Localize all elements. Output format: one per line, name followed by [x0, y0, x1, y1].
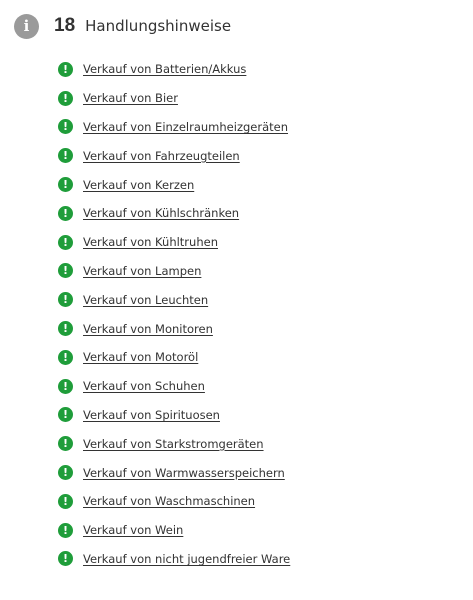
guidance-list: ! Verkauf von Batterien/Akkus ! Verkauf …: [58, 55, 290, 573]
section-header: i 18 Handlungshinweise: [14, 13, 231, 39]
list-item: ! Verkauf von Kühlschränken: [58, 199, 290, 228]
list-item: ! Verkauf von Fahrzeugteilen: [58, 141, 290, 170]
guidance-link[interactable]: Verkauf von Batterien/Akkus: [83, 62, 246, 76]
exclamation-icon: !: [58, 465, 73, 481]
guidance-link[interactable]: Verkauf von Kerzen: [83, 178, 194, 192]
section-title: Handlungshinweise: [85, 17, 232, 35]
list-item: ! Verkauf von Monitoren: [58, 314, 290, 343]
list-item: ! Verkauf von Kühltruhen: [58, 228, 290, 257]
exclamation-icon: !: [58, 234, 73, 250]
guidance-link[interactable]: Verkauf von Motoröl: [83, 350, 198, 364]
guidance-link[interactable]: Verkauf von Starkstromgeräten: [83, 437, 264, 451]
list-item: ! Verkauf von Lampen: [58, 257, 290, 286]
exclamation-icon: !: [58, 292, 73, 308]
exclamation-icon: !: [58, 177, 73, 193]
exclamation-icon: !: [58, 493, 73, 509]
list-item: ! Verkauf von Batterien/Akkus: [58, 55, 290, 84]
list-item: ! Verkauf von Leuchten: [58, 285, 290, 314]
exclamation-icon: !: [58, 551, 73, 567]
list-item: ! Verkauf von Schuhen: [58, 372, 290, 401]
guidance-link[interactable]: Verkauf von Schuhen: [83, 379, 205, 393]
guidance-link[interactable]: Verkauf von nicht jugendfreier Ware: [83, 552, 290, 566]
exclamation-icon: !: [58, 205, 73, 221]
guidance-link[interactable]: Verkauf von Wein: [83, 523, 183, 537]
guidance-link[interactable]: Verkauf von Monitoren: [83, 322, 213, 336]
guidance-link[interactable]: Verkauf von Kühlschränken: [83, 206, 239, 220]
exclamation-icon: !: [58, 321, 73, 337]
list-item: ! Verkauf von Spirituosen: [58, 401, 290, 430]
guidance-link[interactable]: Verkauf von Fahrzeugteilen: [83, 149, 240, 163]
list-item: ! Verkauf von Wein: [58, 516, 290, 545]
list-item: ! Verkauf von Kerzen: [58, 170, 290, 199]
exclamation-icon: !: [58, 436, 73, 452]
exclamation-icon: !: [58, 90, 73, 106]
list-item: ! Verkauf von Motoröl: [58, 343, 290, 372]
guidance-link[interactable]: Verkauf von Waschmaschinen: [83, 494, 255, 508]
exclamation-icon: !: [58, 119, 73, 135]
exclamation-icon: !: [58, 61, 73, 77]
exclamation-icon: !: [58, 378, 73, 394]
guidance-link[interactable]: Verkauf von Leuchten: [83, 293, 208, 307]
guidance-link[interactable]: Verkauf von Einzelraumheizgeräten: [83, 120, 288, 134]
exclamation-icon: !: [58, 263, 73, 279]
exclamation-icon: !: [58, 349, 73, 365]
item-count: 18: [54, 15, 76, 36]
guidance-link[interactable]: Verkauf von Kühltruhen: [83, 235, 218, 249]
list-item: ! Verkauf von Warmwasserspeichern: [58, 458, 290, 487]
guidance-link[interactable]: Verkauf von Warmwasserspeichern: [83, 466, 285, 480]
list-item: ! Verkauf von Bier: [58, 84, 290, 113]
list-item: ! Verkauf von Starkstromgeräten: [58, 429, 290, 458]
guidance-link[interactable]: Verkauf von Spirituosen: [83, 408, 220, 422]
guidance-link[interactable]: Verkauf von Bier: [83, 91, 178, 105]
exclamation-icon: !: [58, 407, 73, 423]
list-item: ! Verkauf von Einzelraumheizgeräten: [58, 113, 290, 142]
guidance-link[interactable]: Verkauf von Lampen: [83, 264, 201, 278]
list-item: ! Verkauf von nicht jugendfreier Ware: [58, 545, 290, 574]
exclamation-icon: !: [58, 148, 73, 164]
exclamation-icon: !: [58, 522, 73, 538]
info-icon: i: [14, 13, 39, 39]
list-item: ! Verkauf von Waschmaschinen: [58, 487, 290, 516]
